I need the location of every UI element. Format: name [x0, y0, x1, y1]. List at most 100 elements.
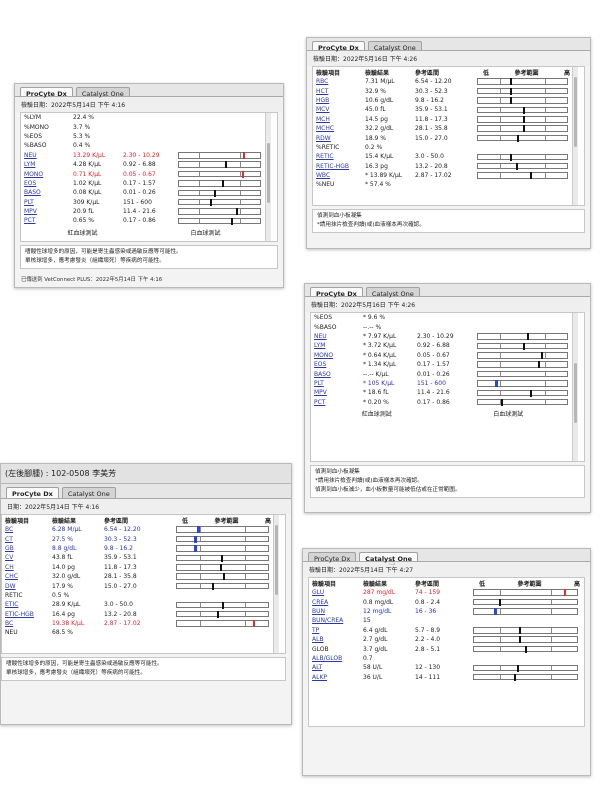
scrollbar[interactable] [572, 313, 578, 461]
test-name[interactable]: WBC [313, 172, 365, 179]
test-result: * 0.64 K/μL [363, 351, 397, 359]
reference-range: 16 - 36 [415, 607, 437, 615]
test-name[interactable]: ALKP [309, 674, 363, 681]
test-name[interactable]: CHC [2, 573, 52, 580]
test-name[interactable]: MONO [311, 352, 363, 359]
rbc-graph-label[interactable]: 紅血球測試 [21, 228, 144, 237]
tab-procyte[interactable]: ProCyte Dx [312, 41, 365, 52]
reference-range: 0.17 - 0.86 [417, 398, 450, 406]
range-bar [178, 208, 261, 216]
test-name[interactable]: BC [2, 526, 52, 533]
test-name[interactable]: CV [2, 554, 52, 561]
scrollbar[interactable] [273, 515, 279, 653]
table-row: LYM * 3.72 K/μL 0.92 - 6.88 [311, 341, 574, 350]
test-name: %LYM [24, 114, 42, 122]
test-date: 日期：2022年5月14日 下午 4:16 [1, 499, 291, 514]
test-name[interactable]: BC [2, 620, 52, 627]
test-name[interactable]: ALB/GLOB [309, 655, 363, 662]
header-ref: 參考區間 [415, 69, 440, 77]
table-row: CREA 0.8 mg/dL 0.8 - 2.4 [309, 597, 584, 606]
test-name[interactable]: RDW [313, 135, 365, 142]
test-name[interactable]: RETIC [313, 153, 365, 160]
test-name[interactable]: CREA [309, 599, 363, 606]
test-name[interactable]: LYM [311, 342, 363, 349]
test-name[interactable]: MCHC [313, 125, 365, 132]
test-result: 3.7 % [73, 123, 91, 131]
test-result: 8.8 g/dL [52, 544, 77, 552]
range-marker [514, 673, 517, 681]
scrollbar[interactable] [572, 67, 578, 205]
test-name[interactable]: PCT [311, 399, 363, 406]
test-name[interactable]: NEU [21, 152, 73, 159]
test-name[interactable]: PLT [311, 380, 363, 387]
results-rows: GLU 287 mg/dL 74 - 159 CREA 0.8 mg/dL 0.8 - 2… [309, 588, 584, 682]
test-name[interactable]: HCT [313, 88, 365, 95]
test-name[interactable]: PLT [21, 199, 73, 206]
scrollbar[interactable] [265, 113, 271, 241]
test-name[interactable]: DW [2, 583, 52, 590]
test-name[interactable]: BASO [21, 189, 73, 196]
test-name[interactable]: ETIC [2, 601, 52, 608]
wbc-graph-label[interactable]: 白血球測試 [443, 409, 575, 418]
range-bar [477, 352, 568, 359]
test-name[interactable]: RBC [313, 78, 365, 85]
reference-range: 11.8 - 17.3 [415, 115, 448, 123]
test-name[interactable]: RETIC-HGB [313, 163, 365, 170]
table-row: RETIC 15.4 K/μL 3.0 - 50.0 [313, 152, 574, 161]
test-name[interactable]: ALT [309, 664, 363, 671]
test-name[interactable]: TP [309, 627, 363, 634]
table-row: BC 6.28 M/μL 6.54 - 12.20 [2, 525, 275, 534]
test-name[interactable]: ETIC-HGB [2, 611, 52, 618]
test-name[interactable]: BASO [311, 371, 363, 378]
reference-range: 0.8 - 2.4 [415, 598, 441, 606]
tab-catalyst[interactable]: Catalyst One [367, 41, 422, 52]
test-name[interactable]: BUN [309, 608, 363, 615]
wbc-graph-label[interactable]: 白血球測試 [144, 228, 267, 237]
range-bar-cell [477, 172, 574, 180]
test-name[interactable]: CT [2, 536, 52, 543]
range-bar-cell [477, 398, 574, 406]
header-item: 檢驗項目 [5, 517, 30, 525]
range-bar [176, 564, 269, 571]
tab-procyte[interactable]: ProCyte Dx [310, 287, 363, 298]
test-name: NEU [5, 629, 18, 637]
rbc-graph-label[interactable]: 紅血球測試 [311, 409, 443, 418]
tab-catalyst[interactable]: Catalyst One [365, 287, 420, 298]
range-marker [235, 208, 238, 216]
tab-procyte[interactable]: ProCyte Dx [6, 487, 59, 498]
tab-catalyst[interactable]: Catalyst One [61, 487, 116, 498]
range-bar-cell [176, 554, 275, 562]
range-bar-cell [473, 664, 584, 672]
test-name[interactable]: LYM [21, 161, 73, 168]
test-name[interactable]: MCV [313, 106, 365, 113]
tab-procyte[interactable]: ProCyte Dx [308, 552, 357, 563]
range-bar-cell [477, 134, 574, 142]
test-name[interactable]: GB [2, 545, 52, 552]
test-name[interactable]: CH [2, 564, 52, 571]
range-marker [494, 380, 498, 388]
range-bar-cell [178, 208, 267, 216]
test-name[interactable]: BUN/CREA [309, 617, 363, 624]
range-bar [473, 645, 578, 653]
table-header: 檢驗項目 檢驗結果 參考區間 低 參考範圍 高 [309, 578, 584, 588]
test-name[interactable]: GLU [309, 589, 363, 596]
test-name[interactable]: HGB [313, 97, 365, 104]
range-bar [178, 189, 261, 197]
test-name[interactable]: PCT [21, 217, 73, 224]
test-name[interactable]: EOS [21, 180, 73, 187]
table-row: ETIC 28.9 K/μL 3.0 - 50.0 [2, 600, 275, 609]
test-name[interactable]: EOS [311, 361, 363, 368]
test-result: 6.28 M/μL [52, 526, 82, 534]
test-name[interactable]: NEU [311, 333, 363, 340]
test-name[interactable]: MCH [313, 116, 365, 123]
test-name[interactable]: MPV [311, 389, 363, 396]
tab-catalyst[interactable]: Catalyst One [75, 87, 130, 98]
tab-procyte[interactable]: ProCyte Dx [20, 87, 73, 98]
range-bar-cell [477, 97, 574, 105]
range-bar-cell [477, 342, 574, 350]
test-name[interactable]: ALB [309, 636, 363, 643]
range-bar [178, 180, 261, 188]
test-name[interactable]: MONO [21, 171, 73, 178]
test-name[interactable]: MPV [21, 208, 73, 215]
test-result: 0.2 % [365, 143, 383, 151]
